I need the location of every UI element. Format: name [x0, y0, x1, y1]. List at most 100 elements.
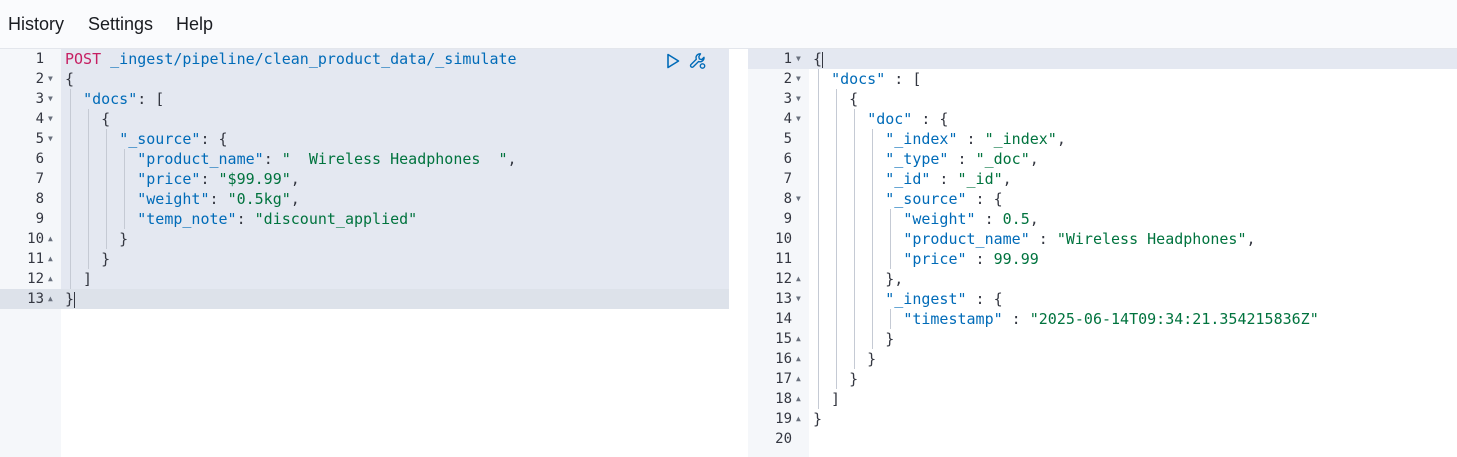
code-line: "docs" : [: [809, 69, 1457, 89]
fold-close-icon[interactable]: ▲: [796, 389, 801, 409]
code-line: }: [809, 329, 1457, 349]
line-number: 8: [0, 189, 61, 209]
fold-close-icon[interactable]: ▲: [796, 349, 801, 369]
fold-open-icon[interactable]: ▼: [796, 69, 801, 89]
line-number-text: 16: [775, 351, 792, 367]
line-number-text: 8: [35, 191, 44, 207]
line-number: 8 ▼: [748, 189, 809, 209]
code-token: },: [813, 270, 904, 288]
line-number: 7: [748, 169, 809, 189]
fold-close-icon[interactable]: ▲: [48, 249, 53, 269]
fold-open-icon[interactable]: ▼: [796, 49, 801, 69]
line-number: 2 ▼: [748, 69, 809, 89]
menu-settings[interactable]: Settings: [88, 14, 153, 35]
code-token: :: [975, 210, 1003, 228]
code-token: "product_name": [903, 230, 1030, 248]
code-line: "_source": {: [61, 129, 729, 149]
play-icon[interactable]: [664, 52, 682, 70]
fold-open-icon[interactable]: ▼: [796, 189, 801, 209]
request-editor[interactable]: 1 2 ▼ 3 ▼ 4 ▼ 5 ▼ 6 7 8 9 10 ▲ 11 ▲ 12 ▲ 13 ▲ POST _ingest/p…: [0, 49, 729, 457]
code-token: "product_name": [137, 150, 264, 168]
fold-open-icon[interactable]: ▼: [796, 89, 801, 109]
text-cursor: [74, 291, 76, 308]
code-line: "timestamp" : "2025-06-14T09:34:21.35421…: [809, 309, 1457, 329]
line-number-text: 9: [35, 211, 44, 227]
line-number-text: 2: [35, 71, 44, 87]
menu-help[interactable]: Help: [176, 14, 213, 35]
request-code-area[interactable]: POST _ingest/pipeline/clean_product_data…: [61, 49, 729, 457]
line-number: 13 ▲: [0, 289, 61, 309]
code-line: ]: [61, 269, 729, 289]
fold-close-icon[interactable]: ▲: [48, 289, 53, 309]
code-token: ,: [290, 190, 300, 208]
line-number: 4 ▼: [748, 109, 809, 129]
code-line: }: [809, 369, 1457, 389]
code-token: "_type": [885, 150, 949, 168]
line-number-text: 13: [775, 291, 792, 307]
response-gutter: 1 ▼ 2 ▼ 3 ▼ 4 ▼ 5 6 7 8 ▼ 9 10 11 12 ▲ 13 ▼ 14 15 ▲ 16 ▲ 17 ▲ 18 ▲ 19…: [748, 49, 809, 457]
code-line: {: [61, 69, 729, 89]
code-token: }: [813, 370, 859, 388]
fold-close-icon[interactable]: ▲: [48, 229, 53, 249]
line-number-text: 12: [27, 271, 44, 287]
code-token: :: [263, 150, 282, 168]
code-line: "product_name": " Wireless Headphones ",: [61, 149, 729, 169]
fold-close-icon[interactable]: ▲: [796, 329, 801, 349]
code-token: {: [65, 70, 75, 88]
code-line: "temp_note": "discount_applied": [61, 209, 729, 229]
code-token: ,: [1056, 130, 1066, 148]
line-number: 11 ▲: [0, 249, 61, 269]
fold-open-icon[interactable]: ▼: [48, 109, 53, 129]
code-line: },: [809, 269, 1457, 289]
code-token: POST: [65, 50, 102, 68]
code-token: "price": [903, 250, 967, 268]
fold-close-icon[interactable]: ▲: [796, 409, 801, 429]
fold-close-icon[interactable]: ▲: [48, 269, 53, 289]
fold-open-icon[interactable]: ▼: [796, 289, 801, 309]
code-line: POST _ingest/pipeline/clean_product_data…: [61, 49, 729, 69]
code-line: "_type" : "_doc",: [809, 149, 1457, 169]
text-cursor: [822, 51, 824, 68]
code-token: "_id": [957, 170, 1003, 188]
fold-open-icon[interactable]: ▼: [48, 89, 53, 109]
menu-history[interactable]: History: [8, 14, 64, 35]
code-token: : {: [200, 130, 228, 148]
code-token: : {: [966, 190, 1003, 208]
code-token: ]: [813, 390, 841, 408]
line-number-text: 11: [775, 251, 792, 267]
fold-close-icon[interactable]: ▲: [796, 269, 801, 289]
line-number: 2 ▼: [0, 69, 61, 89]
line-number: 11: [748, 249, 809, 269]
code-token: "_ingest": [885, 290, 967, 308]
wrench-icon[interactable]: [689, 52, 707, 70]
code-token: :: [200, 170, 219, 188]
fold-open-icon[interactable]: ▼: [48, 69, 53, 89]
code-token: : {: [912, 110, 949, 128]
fold-close-icon[interactable]: ▲: [796, 369, 801, 389]
fold-open-icon[interactable]: ▼: [48, 129, 53, 149]
code-token: ,: [1029, 150, 1039, 168]
line-number: 17 ▲: [748, 369, 809, 389]
line-number-text: 6: [35, 151, 44, 167]
code-line: "_id" : "_id",: [809, 169, 1457, 189]
response-viewer: 1 ▼ 2 ▼ 3 ▼ 4 ▼ 5 6 7 8 ▼ 9 10 11 12 ▲ 13 ▼ 14 15 ▲ 16 ▲ 17 ▲ 18 ▲ 19…: [748, 49, 1457, 457]
line-number-text: 17: [775, 371, 792, 387]
code-token: {: [65, 110, 111, 128]
fold-open-icon[interactable]: ▼: [796, 109, 801, 129]
pane-resizer[interactable]: [729, 49, 748, 457]
code-token: "docs": [83, 90, 138, 108]
code-token: }: [65, 230, 129, 248]
code-token: "discount_applied": [254, 210, 418, 228]
line-number-text: 4: [35, 111, 44, 127]
line-number-text: 19: [775, 411, 792, 427]
code-token: _ingest/pipeline/clean_product_data/_sim…: [101, 50, 517, 68]
code-token: : [: [137, 90, 165, 108]
code-line: {: [809, 89, 1457, 109]
code-token: }: [65, 250, 111, 268]
